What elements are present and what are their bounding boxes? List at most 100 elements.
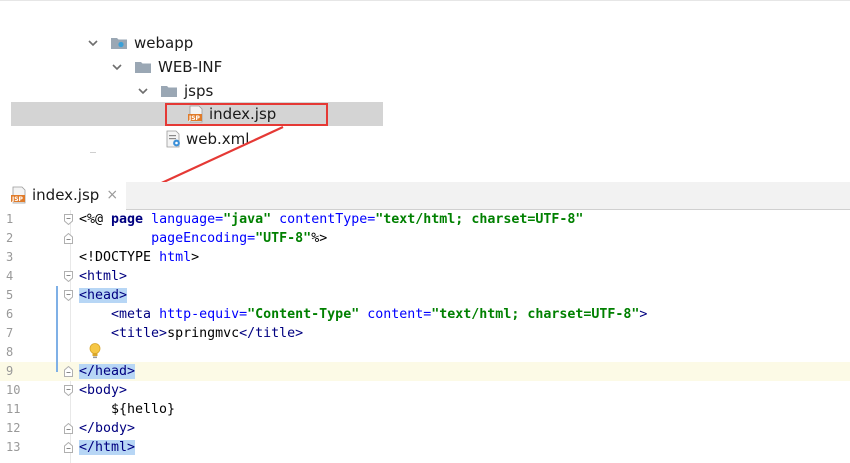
code-line: 8 bbox=[0, 343, 850, 362]
code-text: <!DOCTYPE html> bbox=[79, 248, 199, 267]
attr-value: "UTF-8" bbox=[255, 231, 312, 246]
fold-open-icon[interactable] bbox=[64, 214, 73, 225]
chevron-down-icon[interactable] bbox=[110, 60, 124, 74]
tree-item-label: jsps bbox=[184, 82, 214, 100]
editor-tab-bar: JSP index.jsp × bbox=[0, 182, 850, 210]
jsp-directive-close: %> bbox=[311, 231, 328, 246]
code-text: ${hello} bbox=[79, 400, 175, 419]
line-number: 3 bbox=[6, 250, 14, 264]
title-text: springmvc bbox=[167, 326, 240, 341]
chevron-down-icon[interactable] bbox=[86, 36, 100, 50]
attr-name: contentType= bbox=[271, 212, 376, 227]
doctype-name: html bbox=[159, 250, 192, 265]
tree-item-web-xml[interactable]: web.xml bbox=[164, 127, 249, 151]
attr-name: pageEncoding= bbox=[151, 231, 256, 246]
meta-tag-close: > bbox=[639, 307, 648, 322]
el-expression: ${hello} bbox=[79, 402, 176, 417]
line-number: 8 bbox=[6, 345, 14, 359]
attr-value: "text/html; charset=UTF-8" bbox=[375, 212, 584, 227]
tree-item-label: WEB-INF bbox=[158, 58, 223, 76]
attr-name: language= bbox=[143, 212, 224, 227]
tree-top-border bbox=[0, 0, 850, 1]
body-close-tag: </body> bbox=[79, 421, 136, 436]
xml-config-file-icon bbox=[166, 130, 180, 148]
line-number: 7 bbox=[6, 326, 14, 340]
line-number: 12 bbox=[6, 421, 21, 435]
attr-value: "java" bbox=[223, 212, 272, 227]
code-line: 11 ${hello} bbox=[0, 400, 850, 419]
code-editor[interactable]: 1 <%@ page language="java" contentType="… bbox=[0, 210, 850, 463]
code-text: <meta http-equiv="Content-Type" content=… bbox=[79, 305, 647, 324]
directive-keyword: page bbox=[111, 212, 144, 227]
head-close-tag-highlighted: </head> bbox=[79, 364, 136, 379]
code-line: 12 </body> bbox=[0, 419, 850, 438]
code-text: </html> bbox=[79, 438, 136, 457]
code-line: 3 <!DOCTYPE html> bbox=[0, 248, 850, 267]
line-number: 11 bbox=[6, 402, 21, 416]
code-line: 6 <meta http-equiv="Content-Type" conten… bbox=[0, 305, 850, 324]
code-line: 13 </html> bbox=[0, 438, 850, 457]
attr-name: http-equiv= bbox=[159, 307, 248, 322]
html-close-tag: </html> bbox=[79, 440, 136, 455]
selection-callout-box bbox=[165, 103, 328, 126]
code-line: 1 <%@ page language="java" contentType="… bbox=[0, 210, 850, 229]
tab-index-jsp[interactable]: JSP index.jsp × bbox=[0, 182, 126, 210]
close-icon[interactable]: × bbox=[106, 187, 118, 203]
line-number: 13 bbox=[6, 440, 21, 454]
code-text: pageEncoding="UTF-8"%> bbox=[79, 229, 327, 248]
title-tag-open: <title> bbox=[79, 326, 168, 341]
fold-close-icon[interactable] bbox=[64, 442, 73, 453]
tree-item-label: webapp bbox=[134, 34, 194, 52]
tab-label: index.jsp bbox=[32, 185, 100, 204]
fold-open-icon[interactable] bbox=[64, 385, 73, 396]
code-line: 2 pageEncoding="UTF-8"%> bbox=[0, 229, 850, 248]
folder-icon bbox=[135, 62, 151, 73]
lightbulb-icon[interactable] bbox=[88, 342, 102, 360]
line-number: 10 bbox=[6, 383, 21, 397]
code-text: </body> bbox=[79, 419, 135, 438]
code-line: 10 <body> bbox=[0, 381, 850, 400]
code-text: <title>springmvc</title> bbox=[79, 324, 303, 343]
code-line: 5 <head> bbox=[0, 286, 850, 305]
attr-value: "Content-Type" bbox=[247, 307, 360, 322]
code-text: <body> bbox=[79, 381, 127, 400]
code-line: 4 <html> bbox=[0, 267, 850, 286]
body-tag: <body> bbox=[79, 383, 128, 398]
attr-value: "text/html; charset=UTF-8" bbox=[431, 307, 640, 322]
fold-close-icon[interactable] bbox=[64, 423, 73, 434]
line-number: 9 bbox=[6, 364, 14, 378]
code-text: <html> bbox=[79, 267, 127, 286]
web-folder-icon bbox=[111, 38, 127, 49]
fold-open-icon[interactable] bbox=[64, 290, 73, 301]
code-text: <head> bbox=[79, 286, 128, 305]
title-tag-close: </title> bbox=[239, 326, 304, 341]
code-line: 7 <title>springmvc</title> bbox=[0, 324, 850, 343]
chevron-down-icon[interactable] bbox=[136, 84, 150, 98]
code-line-current: 9 </head> bbox=[0, 362, 850, 381]
line-number: 1 bbox=[6, 212, 14, 226]
folder-icon bbox=[161, 86, 177, 97]
doctype-open: <!DOCTYPE bbox=[79, 250, 160, 265]
fold-close-icon[interactable] bbox=[64, 366, 73, 377]
line-number: 6 bbox=[6, 307, 14, 321]
code-text: </head> bbox=[79, 362, 136, 381]
tree-item-label: web.xml bbox=[186, 130, 250, 148]
jsp-directive-open: <%@ bbox=[79, 212, 112, 227]
line-number: 5 bbox=[6, 288, 14, 302]
tree-item-webapp[interactable]: webapp bbox=[86, 31, 193, 55]
code-text: <%@ page language="java" contentType="te… bbox=[79, 210, 583, 229]
html-tag: <html> bbox=[79, 269, 128, 284]
scope-indicator-bar bbox=[56, 286, 58, 372]
fold-open-icon[interactable] bbox=[64, 271, 73, 282]
head-tag-highlighted: <head> bbox=[79, 288, 128, 303]
jsp-file-icon: JSP bbox=[11, 186, 26, 203]
meta-tag-open: <meta bbox=[79, 307, 160, 322]
line-number: 2 bbox=[6, 231, 14, 245]
tree-item-jsps[interactable]: jsps bbox=[136, 79, 213, 103]
tree-item-web-inf[interactable]: WEB-INF bbox=[110, 55, 222, 79]
svg-text:JSP: JSP bbox=[11, 196, 24, 203]
tree-stub-line bbox=[90, 152, 96, 153]
project-tree: webapp WEB-INF jsps JSP index.jsp web.xm… bbox=[0, 0, 850, 182]
fold-close-icon[interactable] bbox=[64, 233, 73, 244]
